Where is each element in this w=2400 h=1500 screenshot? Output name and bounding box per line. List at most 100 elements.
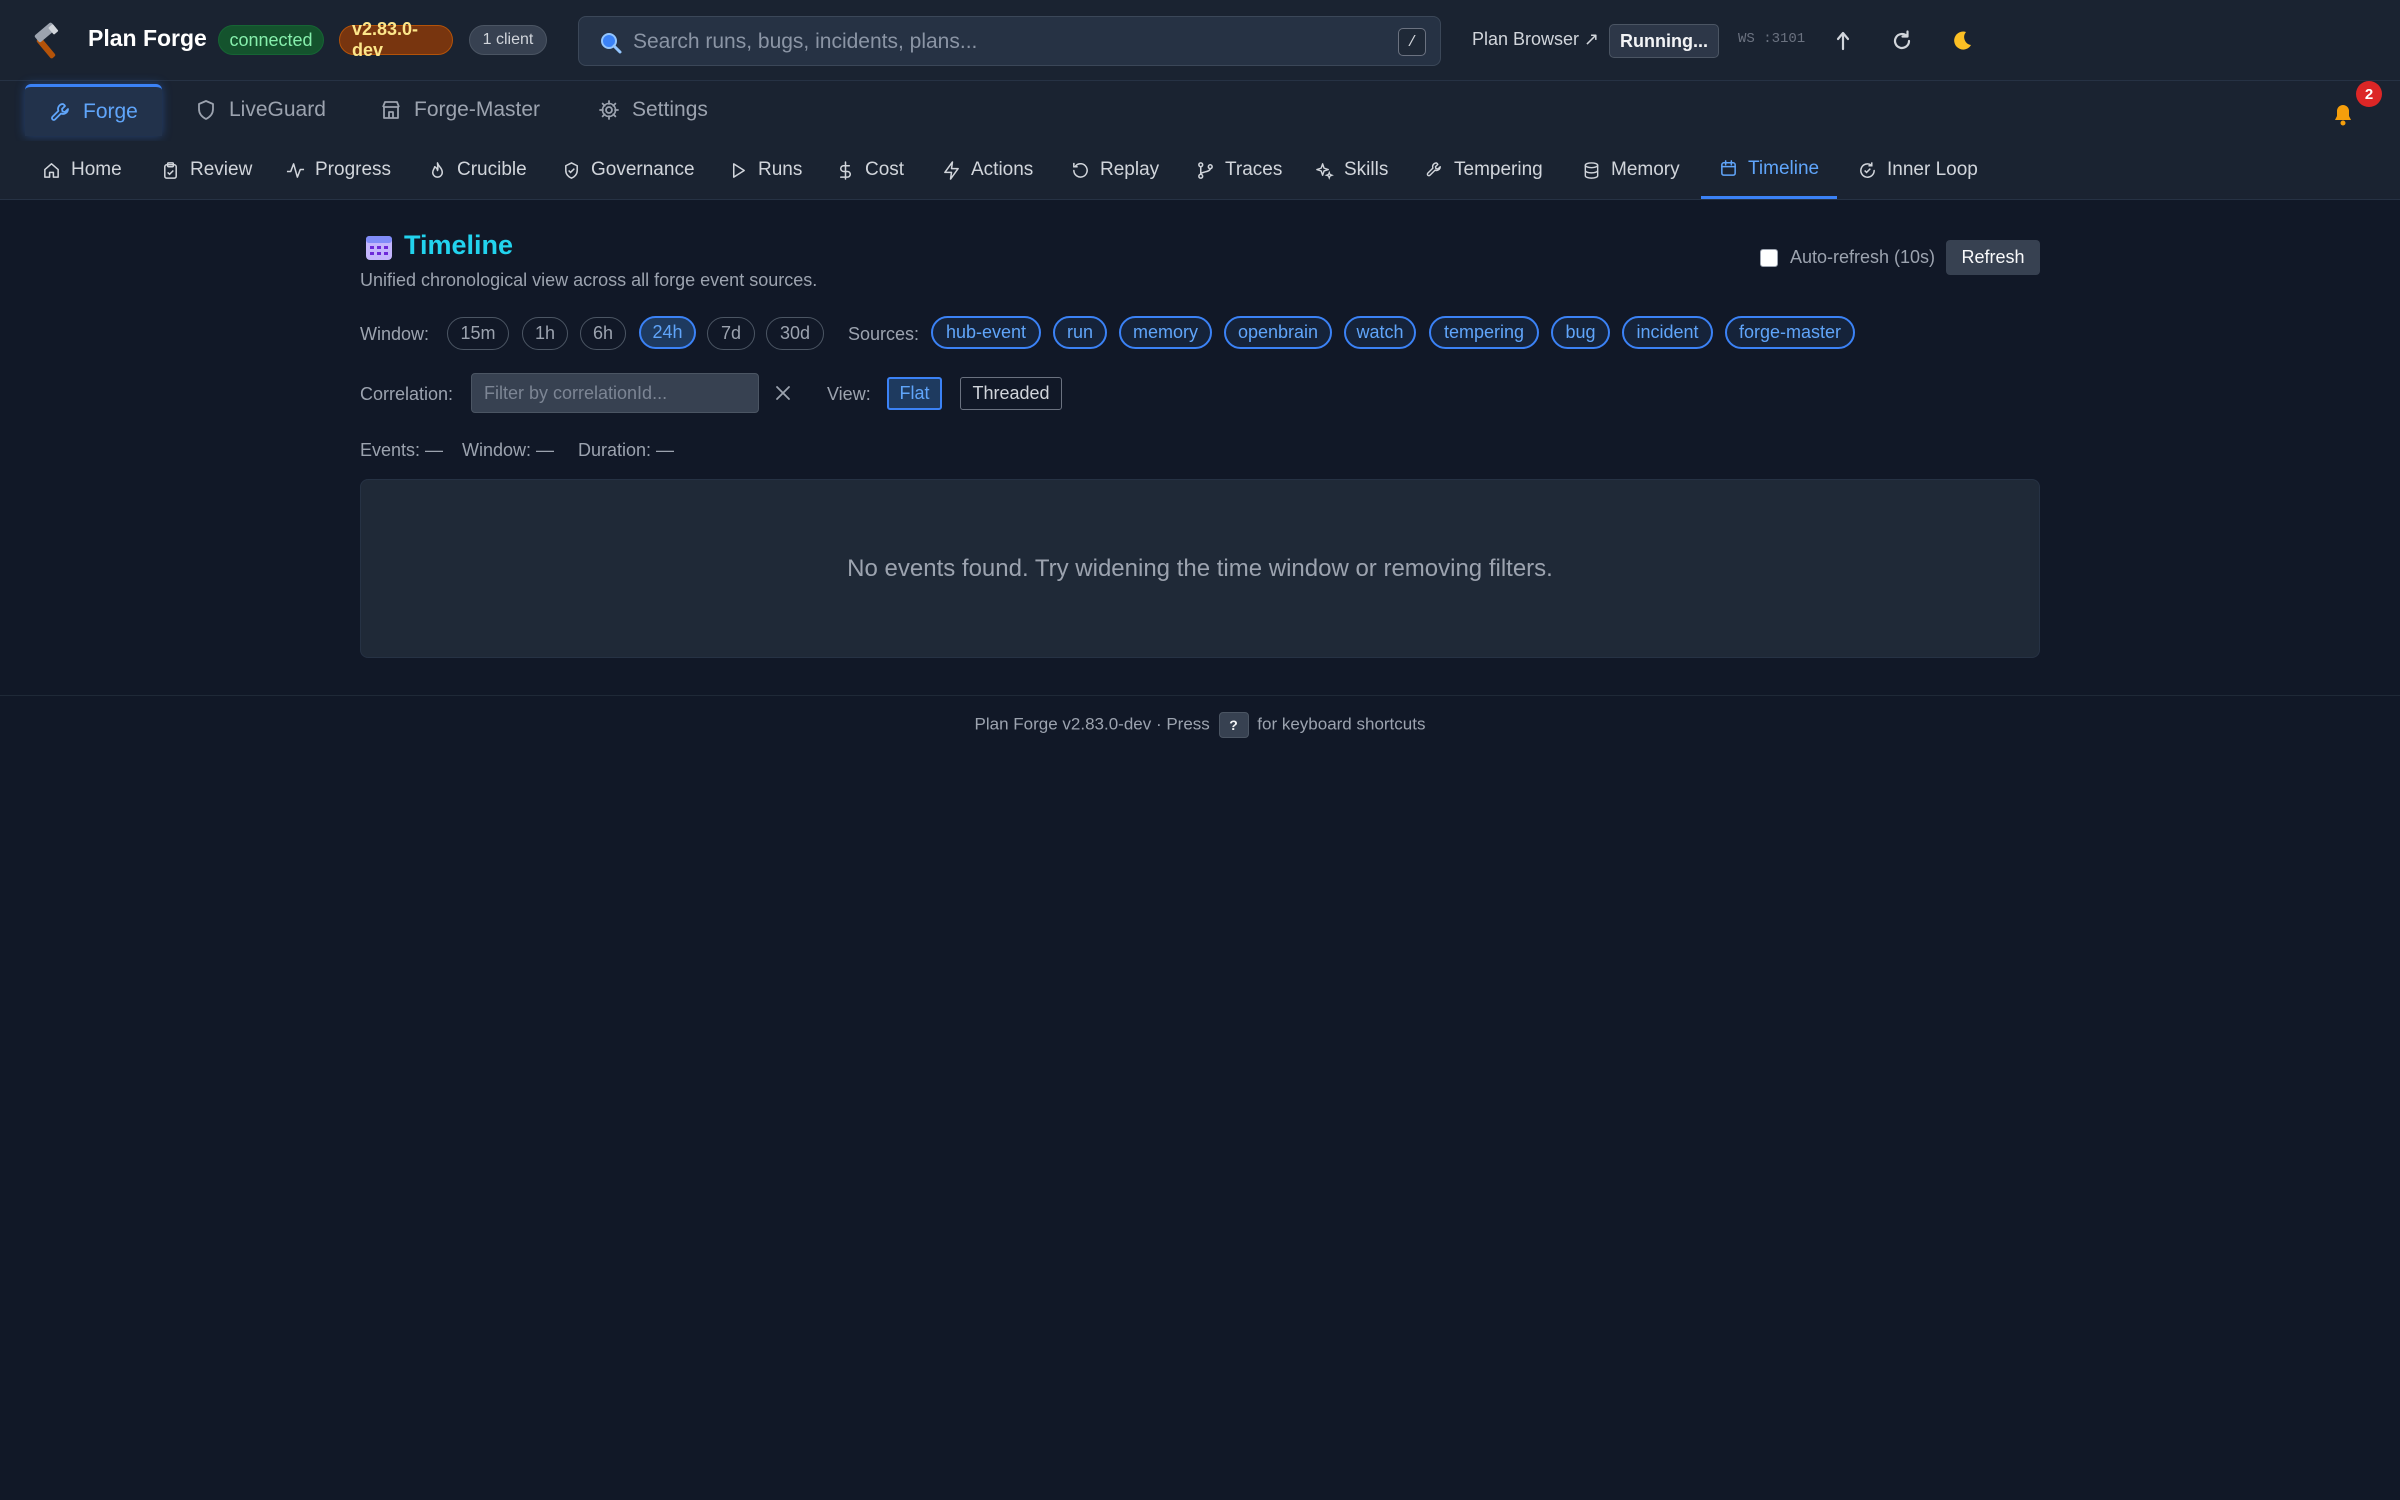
nav-label: Runs: [758, 159, 803, 180]
nav-governance[interactable]: Governance: [562, 141, 695, 199]
page-title: Timeline: [404, 230, 514, 260]
tab-forge-master[interactable]: Forge-Master: [380, 84, 540, 136]
window-chip-15m[interactable]: 15m: [447, 317, 509, 350]
search-input[interactable]: [633, 25, 1353, 59]
sources-label: Sources:: [848, 324, 920, 344]
page-subtitle: Unified chronological view across all fo…: [360, 270, 818, 290]
nav-replay[interactable]: Replay: [1071, 141, 1159, 199]
refresh-button[interactable]: Refresh: [1946, 240, 2040, 275]
source-chip-openbrain[interactable]: openbrain: [1224, 316, 1332, 349]
auto-refresh-toggle[interactable]: Auto-refresh (10s): [1760, 247, 1935, 268]
top-header: Plan Forge connected v2.83.0-dev 1 clien…: [0, 0, 2400, 81]
tab-label: Forge-Master: [414, 98, 541, 121]
window-chip-30d[interactable]: 30d: [766, 317, 824, 350]
nav-progress[interactable]: Progress: [286, 141, 391, 199]
nav-traces[interactable]: Traces: [1196, 141, 1282, 199]
source-chip-run[interactable]: run: [1053, 316, 1107, 349]
hammer-icon: [28, 22, 68, 62]
replay-icon: [1073, 162, 1088, 178]
events-count: Events: —: [360, 440, 444, 460]
nav-tempering[interactable]: Tempering: [1425, 141, 1543, 199]
tab-forge[interactable]: Forge: [25, 84, 162, 136]
tab-label: Settings: [632, 98, 708, 121]
nav-label: Governance: [591, 159, 695, 180]
tab-label: LiveGuard: [229, 98, 326, 121]
git-branch-icon: [1198, 161, 1213, 179]
correlation-input[interactable]: [471, 373, 759, 413]
upload-icon[interactable]: [1830, 28, 1856, 54]
shortcut-key: ?: [1218, 712, 1249, 738]
plan-browser-link[interactable]: Plan Browser ↗: [1472, 29, 1599, 50]
source-chip-bug[interactable]: bug: [1551, 316, 1610, 349]
dollar-icon: [839, 160, 851, 180]
connection-status-badge: connected: [218, 25, 324, 55]
nav-runs[interactable]: Runs: [729, 141, 802, 199]
view-flat-button[interactable]: Flat: [887, 377, 942, 410]
refresh-icon[interactable]: [1889, 28, 1915, 54]
calendar-icon: [1721, 160, 1736, 176]
nav-skills[interactable]: Skills: [1315, 141, 1388, 199]
bolt-icon: [944, 160, 959, 180]
shield-check-icon: [565, 161, 578, 179]
nav-home[interactable]: Home: [42, 141, 122, 199]
nav-review[interactable]: Review: [161, 141, 252, 199]
store-icon: [382, 101, 400, 119]
search-icon: [599, 31, 623, 55]
nav-label: Progress: [315, 159, 392, 180]
calendar-icon: [364, 232, 394, 262]
source-chip-forge-master[interactable]: forge-master: [1725, 316, 1855, 349]
nav-cost[interactable]: Cost: [836, 141, 904, 199]
moon-icon[interactable]: [1949, 28, 1975, 54]
primary-tabs: Forge LiveGuard Forge-Master Settings: [0, 81, 2400, 141]
home-icon: [44, 162, 59, 178]
window-chip-6h[interactable]: 6h: [580, 317, 626, 350]
shield-icon: [198, 100, 214, 120]
source-chip-tempering[interactable]: tempering: [1429, 316, 1539, 349]
wrench-icon: [51, 102, 69, 121]
window-chip-24h[interactable]: 24h: [639, 316, 696, 349]
sparkles-icon: [1316, 162, 1334, 180]
footer: Plan Forge v2.83.0-dev · Press ? for key…: [0, 712, 2400, 738]
activity-icon: [286, 162, 305, 178]
bell-icon[interactable]: [2330, 102, 2356, 128]
notification-count-badge: 2: [2356, 81, 2382, 107]
footer-prefix: Plan Forge v2.83.0-dev · Press: [974, 714, 1210, 734]
clipboard-icon: [164, 161, 177, 179]
empty-state: No events found. Try widening the time w…: [360, 479, 2040, 658]
nav-label: Timeline: [1748, 157, 1820, 179]
tab-liveguard[interactable]: LiveGuard: [195, 84, 326, 136]
source-chip-memory[interactable]: memory: [1119, 316, 1212, 349]
gear-icon: [599, 100, 619, 120]
nav-label: Home: [71, 159, 122, 180]
hammer-small-icon: [1426, 161, 1441, 176]
nav-label: Memory: [1611, 159, 1680, 180]
search-shortcut-key: /: [1398, 28, 1426, 56]
footer-divider: [0, 695, 2400, 696]
nav-label: Crucible: [457, 159, 527, 180]
nav-memory[interactable]: Memory: [1582, 141, 1680, 199]
nav-inner-loop[interactable]: Inner Loop: [1858, 141, 1978, 199]
empty-state-message: No events found. Try widening the time w…: [847, 554, 1553, 582]
nav-label: Traces: [1225, 159, 1283, 180]
running-button[interactable]: Running...: [1609, 24, 1719, 58]
flame-icon: [431, 161, 444, 178]
play-icon: [732, 162, 745, 178]
nav-label: Skills: [1344, 159, 1389, 180]
nav-label: Actions: [971, 159, 1034, 180]
correlation-label: Correlation:: [360, 384, 454, 404]
tab-settings[interactable]: Settings: [598, 84, 708, 136]
source-chip-watch[interactable]: watch: [1344, 316, 1416, 349]
source-chip-incident[interactable]: incident: [1622, 316, 1713, 349]
global-search[interactable]: /: [578, 16, 1441, 66]
websocket-port-label: WS :3101: [1738, 31, 1806, 47]
window-chip-1h[interactable]: 1h: [522, 317, 568, 350]
auto-refresh-checkbox[interactable]: [1760, 248, 1778, 267]
close-icon[interactable]: [774, 384, 792, 402]
source-chip-hub-event[interactable]: hub-event: [931, 316, 1041, 349]
nav-timeline[interactable]: Timeline: [1701, 141, 1838, 199]
nav-actions[interactable]: Actions: [942, 141, 1033, 199]
window-chip-7d[interactable]: 7d: [707, 317, 755, 350]
nav-crucible[interactable]: Crucible: [428, 141, 527, 199]
view-threaded-button[interactable]: Threaded: [960, 377, 1062, 410]
secondary-nav: Home Review Progress Crucible Governance…: [0, 141, 2400, 200]
